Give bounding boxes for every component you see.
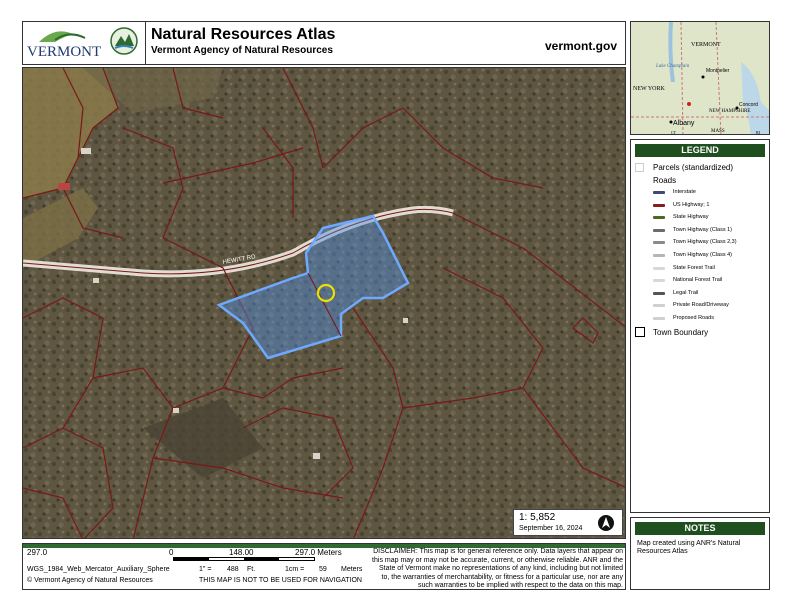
legend-road-label: Private Road/Driveway [673,302,729,309]
legend-road-swatch [653,254,665,257]
notes-title: NOTES [635,522,765,535]
copyright-text: © Vermont Agency of Natural Resources [27,577,153,584]
overview-location-marker [687,102,691,106]
scalebar [173,557,315,561]
map-view[interactable]: HEWITT RD 1: 5,852 September 16, 2024 [22,67,626,539]
map-footer: 297.0 0 148.00 297.0 Meters WGS_1984_Web… [22,543,626,590]
cm-scale-prefix: 1cm = [285,566,305,573]
overview-label: MASS [711,129,725,134]
scalebar-mid-value: 148.00 [229,548,254,557]
app-title: Natural Resources Atlas [151,26,336,43]
overview-label: NEW HAMPSHIRE [709,109,750,114]
legend-road-label: Town Highway (Class 2,3) [673,239,737,246]
legend-road-label: National Forest Trail [673,277,723,284]
overview-label: RI [756,130,761,135]
legend-road-label: Town Highway (Class 1) [673,226,732,233]
navigation-warning: THIS MAP IS NOT TO BE USED FOR NAVIGATIO… [199,577,362,584]
overview-label: Montpelier [706,68,730,74]
vermont-logo-word: VERMONT [27,44,102,60]
legend-road-swatch [653,279,665,283]
map-date: September 16, 2024 [519,525,583,532]
legend-roads-label: Roads [653,176,677,185]
legend-road-label: State Highway [673,214,709,221]
overview-label: Albany [673,120,695,127]
app-subtitle: Vermont Agency of Natural Resources [151,45,333,56]
overview-label: Lake Champlain [655,64,690,69]
inch-scale-prefix: 1" = [199,566,212,573]
legend-parcels-label: Parcels (standardized) [653,163,734,172]
inch-scale-unit: Ft. [247,566,256,573]
overview-label: Concord [739,102,758,108]
legend-road-label: State Forest Trail [673,264,715,271]
overview-map-canvas: VERMONT Lake Champlain Montpelier NEW YO… [631,22,769,135]
legend-road-swatch [653,216,665,220]
scalebar-left-value: 297.0 [27,548,48,557]
legend-panel: LEGEND Parcels (standardized) Roads Town… [630,139,770,513]
map-canvas[interactable]: HEWITT RD [23,68,626,539]
north-arrow-icon [597,514,615,532]
legend-road-swatch [653,304,665,308]
overview-map[interactable]: VERMONT Lake Champlain Montpelier NEW YO… [630,21,770,135]
legend-road-label: Proposed Roads [673,315,714,321]
projection-text: WGS_1984_Web_Mercator_Auxiliary_Sphere [27,566,170,573]
map-header: VERMONT Natural Resources Atlas Vermont … [22,21,626,65]
cm-scale-value: 59 [319,566,327,573]
town-boundary-swatch [635,327,645,337]
legend-road-swatch [653,266,665,270]
cm-scale-unit: Meters [341,566,363,573]
legend-road-swatch [653,191,665,194]
site-link[interactable]: vermont.gov [545,39,617,53]
scale-info-box: 1: 5,852 September 16, 2024 [513,509,623,536]
legend-road-swatch [653,203,665,207]
disclaimer-text: DISCLAIMER: This map is for general refe… [372,548,623,590]
legend-road-swatch [653,291,665,295]
legend-road-swatch [653,228,665,232]
anr-seal-icon [109,26,139,60]
legend-road-label: Legal Trail [673,289,699,296]
header-divider [145,22,146,64]
inch-scale-value: 488 [227,566,239,573]
overview-label: CT [671,130,677,135]
notes-text: Map created using ANR's Natural Resource… [637,540,741,555]
legend-road-label: US Highway; 1 [673,201,710,208]
overview-label: VERMONT [691,42,721,48]
scalebar-right-value: 297.0 Meters [295,548,342,557]
legend-title: LEGEND [635,144,765,157]
overview-label: NEW YORK [633,86,665,92]
legend-road-swatch [653,317,665,320]
legend-road-swatch [653,241,665,245]
parcels-swatch [635,163,644,172]
legend-town-boundary-label: Town Boundary [653,328,709,337]
legend-road-label: Town Highway (Class 4) [673,252,732,258]
scalebar-zero: 0 [169,548,174,557]
legend-road-label: Interstate [673,189,696,195]
notes-panel: NOTES Map created using ANR's Natural Re… [630,517,770,590]
scale-ratio: 1: 5,852 [519,512,556,523]
vermont-logo: VERMONT [25,24,103,62]
